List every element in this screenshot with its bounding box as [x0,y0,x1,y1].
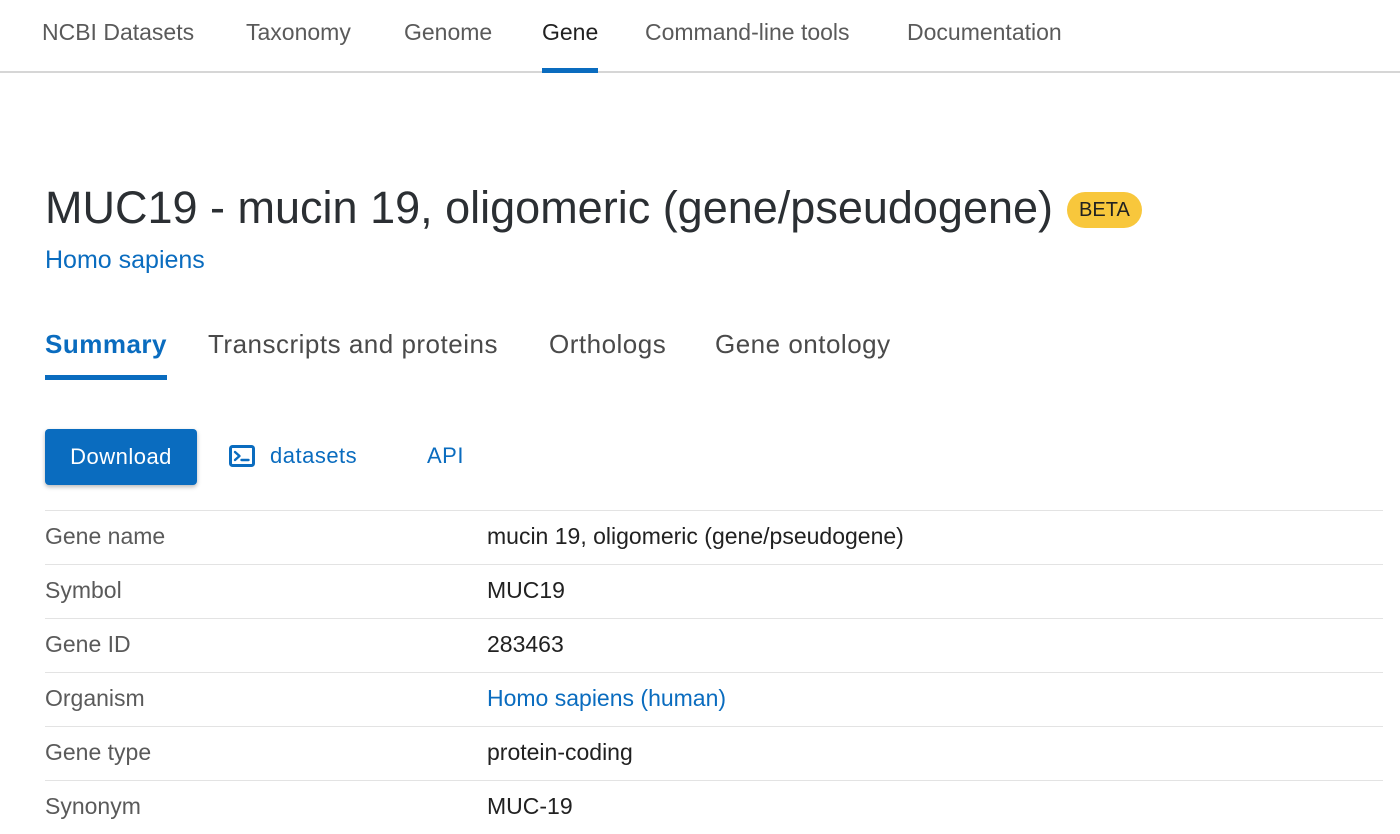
row-value: protein-coding [487,739,633,765]
page-header: MUC19 - mucin 19, oligomeric (gene/pseud… [45,178,1142,238]
tab-gene-ontology[interactable]: Gene ontology [715,326,891,380]
row-label: Gene ID [45,631,131,657]
nav-item-documentation[interactable]: Documentation [907,0,1062,71]
top-navigation: NCBI Datasets Taxonomy Genome Gene Comma… [0,0,1400,73]
table-row-organism: Organism Homo sapiens (human) [45,672,1383,726]
row-label: Symbol [45,577,122,603]
table-row-gene-name: Gene name mucin 19, oligomeric (gene/pse… [45,510,1383,564]
row-value: MUC19 [487,577,565,603]
table-row-symbol: Symbol MUC19 [45,564,1383,618]
row-value: mucin 19, oligomeric (gene/pseudogene) [487,523,904,549]
tab-summary[interactable]: Summary [45,326,167,380]
api-link[interactable]: API [427,443,464,469]
table-row-gene-type: Gene type protein-coding [45,726,1383,780]
nav-item-taxonomy[interactable]: Taxonomy [246,0,351,71]
nav-item-genome[interactable]: Genome [404,0,492,71]
table-row-gene-id: Gene ID 283463 [45,618,1383,672]
download-button[interactable]: Download [45,429,197,485]
row-label: Organism [45,685,145,711]
terminal-icon [229,445,255,467]
row-label: Synonym [45,793,141,819]
organism-link[interactable]: Homo sapiens [45,246,205,275]
nav-item-ncbi-datasets[interactable]: NCBI Datasets [42,0,194,71]
datasets-label: datasets [270,443,358,468]
tab-orthologs[interactable]: Orthologs [549,326,666,380]
row-label: Gene type [45,739,152,765]
table-row-synonym: Synonym MUC-19 [45,780,1383,834]
tab-transcripts-and-proteins[interactable]: Transcripts and proteins [208,326,498,380]
nav-item-command-line-tools[interactable]: Command-line tools [645,0,850,71]
row-label: Gene name [45,523,166,549]
gene-summary-table: Gene name mucin 19, oligomeric (gene/pse… [45,510,1383,834]
nav-item-gene[interactable]: Gene [542,0,599,73]
row-value: MUC-19 [487,793,573,819]
organism-value-link[interactable]: Homo sapiens (human) [487,685,726,712]
row-value: 283463 [487,631,564,657]
page-title: MUC19 - mucin 19, oligomeric (gene/pseud… [45,182,1054,233]
datasets-link[interactable]: datasets [229,443,357,469]
beta-badge: BETA [1067,192,1142,228]
